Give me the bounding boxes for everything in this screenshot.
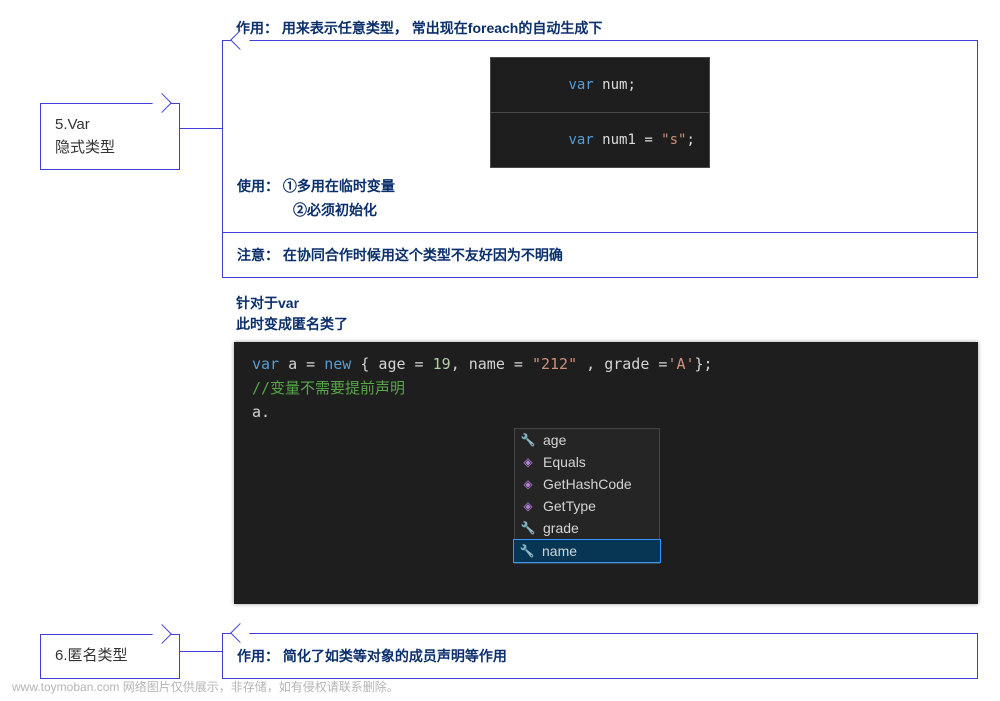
- panel-6: 作用： 简化了如类等对象的成员声明等作用: [222, 633, 978, 679]
- intellisense-label: age: [543, 432, 566, 448]
- wrench-icon: 🔧: [520, 544, 534, 558]
- code-keyword: var: [568, 132, 593, 148]
- intellisense-item-age[interactable]: 🔧 age: [515, 429, 659, 451]
- code-string: "212": [532, 355, 577, 373]
- code-keyword: var: [568, 77, 593, 93]
- code-number: 19: [433, 355, 451, 373]
- panel6-purpose-text: 简化了如类等对象的成员声明等作用: [283, 648, 507, 664]
- node-5-title-line1: 5.Var: [55, 114, 165, 137]
- panel5-usage-label: 使用：: [237, 178, 279, 194]
- node-5-title-line2: 隐式类型: [55, 137, 165, 160]
- panel5-section-note: 注意： 在协同合作时候用这个类型不友好因为不明确: [223, 232, 977, 277]
- intellisense-label: GetHashCode: [543, 476, 632, 492]
- intellisense-item-grade[interactable]: 🔧 grade: [515, 517, 659, 539]
- panel5-purpose-header: 作用： 用来表示任意类型， 常出现在foreach的自动生成下: [236, 16, 602, 40]
- node-6-title: 6.匿名类型: [55, 645, 165, 668]
- intellisense-popup[interactable]: 🔧 age ◈ Equals ◈ GetHashCode ◈ GetType 🔧…: [514, 428, 660, 564]
- code-comment: //变量不需要提前声明: [252, 376, 960, 400]
- connector-line: [177, 128, 225, 129]
- code-line: var num;: [491, 58, 709, 112]
- code-snippet-var: var num; var num1 = "s";: [490, 57, 710, 168]
- intro-line1: 针对于var: [236, 293, 348, 314]
- cube-icon: ◈: [521, 499, 535, 513]
- intellisense-item-name[interactable]: 🔧 name: [513, 539, 661, 563]
- code-ident: a: [288, 355, 297, 373]
- wrench-icon: 🔧: [521, 521, 535, 535]
- code-string: "s": [661, 132, 686, 148]
- connector-line: [177, 651, 225, 652]
- footer-watermark: www.toymoban.com 网络图片仅供展示，非存储，如有侵权请联系删除。: [12, 678, 399, 695]
- code-editor: var a = new { age = 19, name = "212" , g…: [234, 342, 978, 604]
- intellisense-label: name: [542, 543, 577, 559]
- wrench-icon: 🔧: [521, 433, 535, 447]
- intellisense-item-gethashcode[interactable]: ◈ GetHashCode: [515, 473, 659, 495]
- intellisense-item-gettype[interactable]: ◈ GetType: [515, 495, 659, 517]
- intro-text: 针对于var 此时变成匿名类了: [236, 293, 348, 335]
- panel6-section: 作用： 简化了如类等对象的成员声明等作用: [223, 634, 977, 678]
- code-line: var num1 = "s";: [491, 112, 709, 167]
- tab-notch-icon: [152, 93, 172, 113]
- intellisense-item-equals[interactable]: ◈ Equals: [515, 451, 659, 473]
- code-ident: num1: [594, 132, 645, 148]
- intro-line2: 此时变成匿名类了: [236, 314, 348, 335]
- code-punct: =: [644, 132, 661, 148]
- panel6-purpose: 作用： 简化了如类等对象的成员声明等作用: [237, 644, 963, 668]
- cube-icon: ◈: [521, 455, 535, 469]
- panel5-section-purpose: var num; var num1 = "s"; 使用： ①多用在临时变量 ②必…: [223, 41, 977, 232]
- code-line: a.: [252, 400, 960, 424]
- panel5-purpose-text: 用来表示任意类型， 常出现在foreach的自动生成下: [282, 20, 602, 36]
- panel5-usage-line2: ②必须初始化: [237, 198, 963, 222]
- panel5-usage-line1: ①多用在临时变量: [283, 178, 395, 194]
- node-6-anonymous-type: 6.匿名类型: [40, 634, 180, 679]
- panel5-usage: 使用： ①多用在临时变量: [237, 174, 963, 198]
- cube-icon: ◈: [521, 477, 535, 491]
- panel5-note-label: 注意：: [237, 247, 279, 263]
- panel6-purpose-label: 作用：: [237, 648, 279, 664]
- panel5-note-text: 在协同合作时候用这个类型不友好因为不明确: [283, 247, 563, 263]
- code-char: 'A': [667, 355, 694, 373]
- intellisense-label: grade: [543, 520, 579, 536]
- node-5-var: 5.Var 隐式类型: [40, 103, 180, 170]
- panel5-note: 注意： 在协同合作时候用这个类型不友好因为不明确: [237, 243, 963, 267]
- code-keyword: new: [324, 355, 351, 373]
- intellisense-label: GetType: [543, 498, 596, 514]
- tab-notch-icon: [152, 624, 172, 644]
- code-punct: ;: [686, 132, 694, 148]
- intellisense-label: Equals: [543, 454, 586, 470]
- code-ident: num;: [594, 77, 636, 93]
- code-line: var a = new { age = 19, name = "212" , g…: [252, 352, 960, 376]
- panel-5: var num; var num1 = "s"; 使用： ①多用在临时变量 ②必…: [222, 40, 978, 278]
- code-keyword: var: [252, 355, 279, 373]
